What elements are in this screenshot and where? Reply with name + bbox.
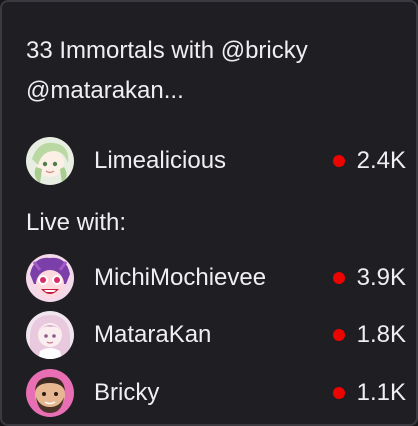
live-indicator-icon <box>332 329 345 341</box>
host-name: Limealicious <box>94 147 227 174</box>
stream-together-popup: 33 Immortals with @bricky @matarakan... … <box>0 0 418 426</box>
popup-title: 33 Immortals with @bricky @matarakan... <box>26 37 308 104</box>
live-with-label: Live with: <box>26 209 127 236</box>
guest-viewer-count: 1.1K <box>332 379 406 407</box>
live-indicator-icon <box>332 387 345 399</box>
guest-viewer-count: 1.8K <box>332 321 406 349</box>
guest-row[interactable]: Bricky 1.1K <box>26 368 406 418</box>
guest-name: MichiMochievee <box>94 264 267 291</box>
limealicious-avatar-icon <box>26 137 74 185</box>
live-indicator-icon <box>332 272 345 284</box>
guest-viewers-value: 3.9K <box>356 264 406 291</box>
guest-name: Bricky <box>94 379 160 406</box>
guest-viewers-value: 1.8K <box>356 321 406 348</box>
bricky-avatar-icon <box>26 369 74 417</box>
host-viewers-value: 2.4K <box>356 147 406 174</box>
michimochievee-avatar-icon <box>26 254 74 302</box>
guest-name: MataraKan <box>94 321 212 348</box>
guest-row[interactable]: MataraKan 1.8K <box>26 310 406 360</box>
guest-viewers-value: 1.1K <box>356 379 406 406</box>
host-viewer-count: 2.4K <box>332 147 406 175</box>
host-row[interactable]: Limealicious 2.4K <box>26 136 406 186</box>
guest-row[interactable]: MichiMochievee 3.9K <box>26 253 406 303</box>
guest-viewer-count: 3.9K <box>332 264 406 292</box>
matarakan-avatar-icon <box>26 311 74 359</box>
live-indicator-icon <box>332 155 345 167</box>
